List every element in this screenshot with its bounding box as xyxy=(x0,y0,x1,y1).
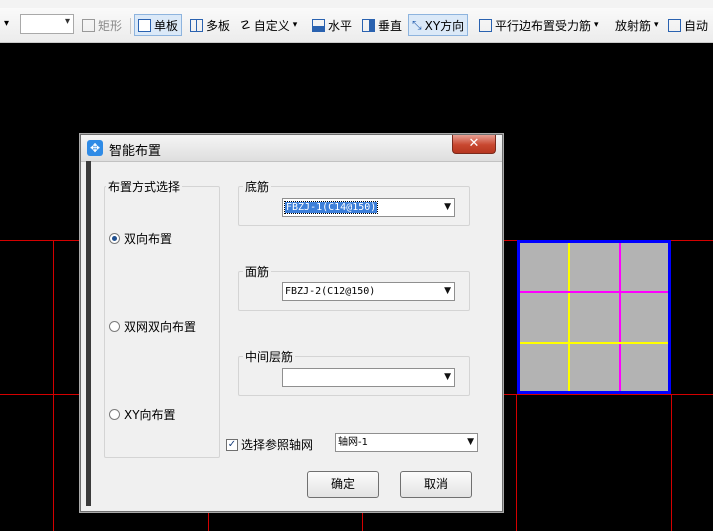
top-bar-label: 面筋 xyxy=(243,263,272,280)
reference-grid-checkbox[interactable]: ✓ 选择参照轴网 xyxy=(226,436,313,453)
xy-direction-button[interactable]: ⤡ XY方向 xyxy=(408,14,469,36)
checkmark-icon: ✓ xyxy=(226,438,238,451)
custom-draw-icon: ☡ xyxy=(240,18,251,32)
toolbar-combo[interactable] xyxy=(20,14,74,34)
xy-direction-icon: ⤡ xyxy=(412,17,422,32)
dialog-frame-edge xyxy=(86,161,91,506)
top-bar-select[interactable]: FBZJ-2(C12@150) ▼ xyxy=(282,282,455,301)
axis-line xyxy=(208,512,209,531)
horizontal-icon xyxy=(312,18,325,32)
dropdown-arrow-icon: ▼ xyxy=(467,437,474,447)
dialog-title: 智能布置 xyxy=(109,144,162,159)
close-button[interactable]: ✕ xyxy=(452,135,496,154)
parallel-edge-button[interactable]: 平行边布置受力筋 ▾ xyxy=(479,15,599,35)
parallel-edge-icon xyxy=(479,18,492,32)
radio-xy[interactable]: XY向布置 xyxy=(109,406,176,423)
axis-line xyxy=(362,512,363,531)
vertical-icon xyxy=(362,18,375,32)
horizontal-button[interactable]: 水平 xyxy=(312,15,352,35)
auto-button[interactable]: 自动 xyxy=(668,15,708,35)
middle-bar-label: 中间层筋 xyxy=(243,348,296,365)
axis-line xyxy=(671,394,672,531)
axis-line xyxy=(516,394,517,531)
single-board-icon xyxy=(138,18,151,32)
radio-dot xyxy=(109,233,120,244)
dropdown-arrow-icon[interactable]: ▾ xyxy=(4,18,9,29)
rect-button[interactable]: 矩形 xyxy=(82,15,122,35)
chevron-down-icon: ▾ xyxy=(594,20,599,30)
multi-board-icon xyxy=(190,18,203,32)
ok-button[interactable]: 确定 xyxy=(307,471,379,498)
cancel-button[interactable]: 取消 xyxy=(400,471,472,498)
radio-double-net[interactable]: 双网双向布置 xyxy=(109,318,196,335)
custom-button[interactable]: ☡ 自定义 ▾ xyxy=(240,15,297,35)
auto-icon xyxy=(668,18,681,32)
slab-panel[interactable] xyxy=(517,240,671,394)
rect-icon xyxy=(82,18,95,32)
toolbar-separator xyxy=(130,18,131,34)
radial-button[interactable]: 放射筋 ▾ xyxy=(615,15,659,35)
radio-dot xyxy=(109,409,120,420)
toolbar: ▾ 矩形 单板 多板 ☡ 自定义 ▾ 水平 垂直 ⤡ XY方向 平行边布置受力筋… xyxy=(0,8,713,43)
method-group-label: 布置方式选择 xyxy=(106,178,183,195)
dropdown-arrow-icon: ▼ xyxy=(444,286,451,296)
single-board-button[interactable]: 单板 xyxy=(134,14,183,36)
chevron-down-icon: ▾ xyxy=(292,20,298,30)
dropdown-arrow-icon: ▼ xyxy=(444,202,451,212)
axis-line xyxy=(53,240,54,531)
bottom-bar-select[interactable]: FBZJ-1(C14@150) ▼ xyxy=(282,198,455,217)
dialog-titlebar[interactable]: ✥ 智能布置 ✕ xyxy=(81,135,502,162)
radio-two-way[interactable]: 双向布置 xyxy=(109,230,172,247)
multi-board-button[interactable]: 多板 xyxy=(190,15,230,35)
smart-layout-dialog: ✥ 智能布置 ✕ 布置方式选择 双向布置 双网双向布置 XY向布置 底筋 FBZ… xyxy=(80,134,503,512)
reference-grid-select[interactable]: 轴网-1 ▼ xyxy=(335,433,478,452)
bottom-bar-label: 底筋 xyxy=(243,178,272,195)
middle-bar-select[interactable]: ▼ xyxy=(282,368,455,387)
chevron-down-icon: ▾ xyxy=(654,20,659,30)
dropdown-arrow-icon: ▼ xyxy=(444,372,451,382)
radio-dot xyxy=(109,321,120,332)
rebar-grid xyxy=(520,243,668,391)
vertical-button[interactable]: 垂直 xyxy=(362,15,402,35)
app-icon: ✥ xyxy=(87,140,103,156)
